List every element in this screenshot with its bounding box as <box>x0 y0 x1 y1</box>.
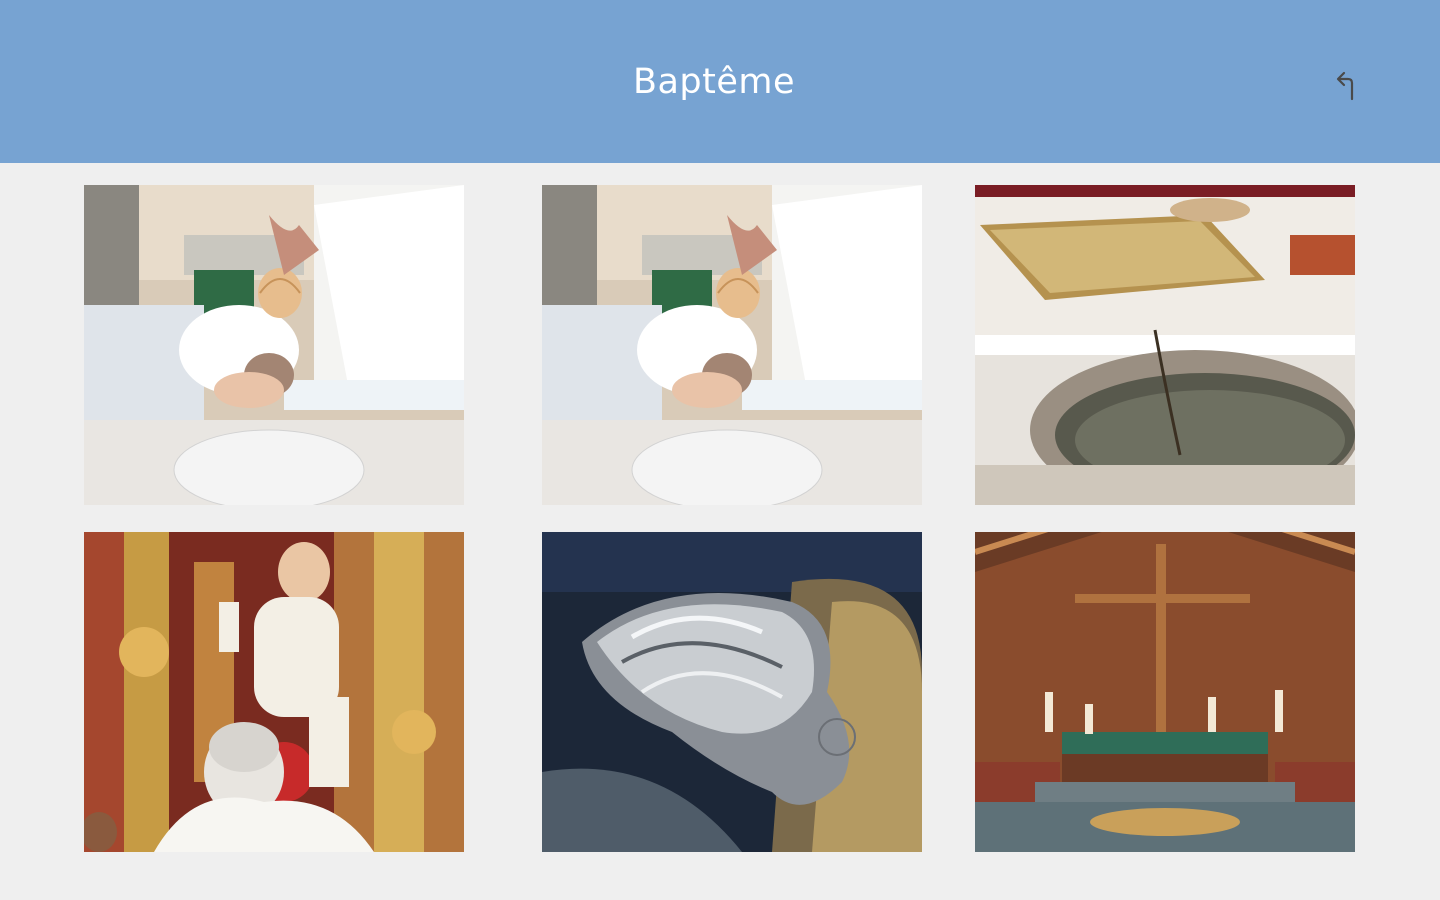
bible-and-font-photo <box>975 185 1355 505</box>
priest-lifting-baby-photo <box>84 532 464 852</box>
silver-shell-photo <box>542 532 922 852</box>
gallery-photo-church-altar[interactable] <box>975 532 1355 852</box>
back-button[interactable] <box>1330 64 1370 104</box>
church-altar-photo <box>975 532 1355 852</box>
gallery-photo-silver-shell[interactable] <box>542 532 922 852</box>
gallery-photo-baptismal-font[interactable] <box>975 185 1355 505</box>
gallery-photo-priest-lifting-baby[interactable] <box>84 532 464 852</box>
gallery-photo-baby-baptism-2[interactable] <box>542 185 922 505</box>
baby-baptism-photo <box>84 185 464 505</box>
baby-baptism-photo <box>542 185 922 505</box>
app-header: Baptême <box>0 0 1440 163</box>
return-arrow-icon <box>1336 71 1354 101</box>
gallery-photo-baby-baptism[interactable] <box>84 185 464 505</box>
page-title: Baptême <box>632 62 796 102</box>
